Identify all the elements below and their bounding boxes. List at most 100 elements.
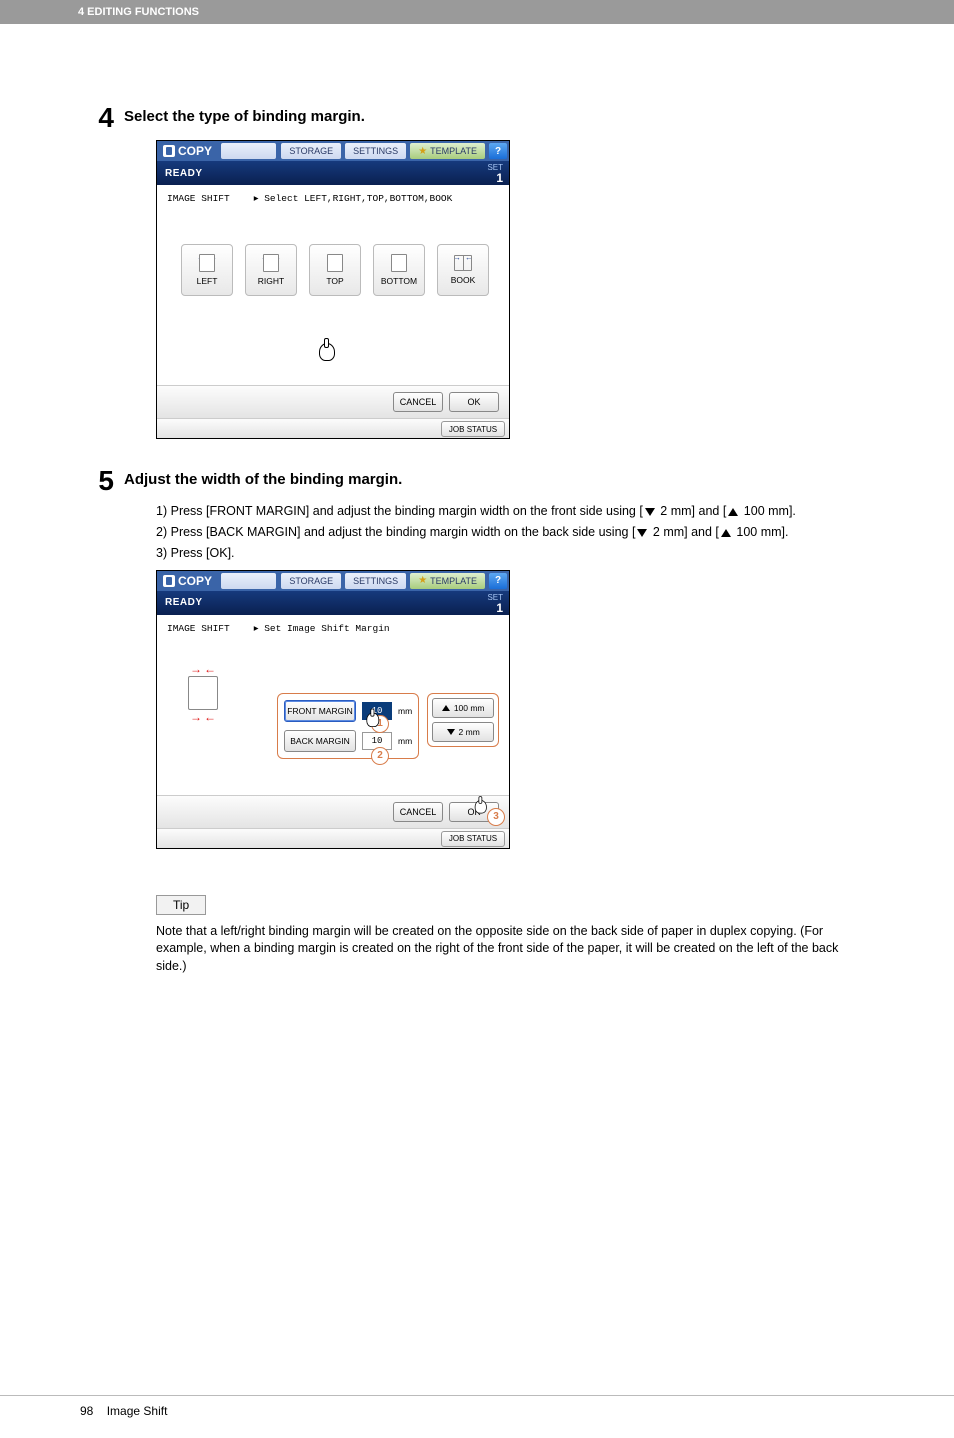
- step-5-item-1: 1) Press [FRONT MARGIN] and adjust the b…: [156, 503, 874, 520]
- ss2-button-row: CANCEL OK: [157, 795, 509, 828]
- annotation-2: 2: [371, 747, 389, 765]
- opt-bottom-button[interactable]: BOTTOM: [373, 244, 425, 296]
- increase-button[interactable]: 100 mm: [432, 698, 494, 718]
- back-margin-button[interactable]: BACK MARGIN: [284, 730, 356, 752]
- step-4-row: 4 Select the type of binding margin.: [80, 104, 874, 132]
- help-button[interactable]: ?: [489, 573, 507, 589]
- ss2-instruction: ▸ Set Image Shift Margin: [254, 623, 390, 634]
- page-footer: 98 Image Shift: [0, 1395, 954, 1438]
- cursor-icon: [315, 339, 337, 363]
- storage-tab[interactable]: STORAGE: [281, 143, 341, 159]
- step-5-row: 5 Adjust the width of the binding margin…: [80, 467, 874, 495]
- template-tab[interactable]: ★TEMPLATE: [410, 573, 485, 589]
- storage-tab[interactable]: STORAGE: [281, 573, 341, 589]
- front-margin-row: FRONT MARGIN 10 mm: [284, 700, 412, 722]
- ss2-jobbar: JOB STATUS: [157, 828, 509, 848]
- tip-text: Note that a left/right binding margin wi…: [156, 923, 856, 976]
- ss2-spacer: [221, 573, 276, 589]
- ss1-ready: READY: [165, 168, 203, 179]
- step-5-title: Adjust the width of the binding margin.: [124, 471, 402, 488]
- front-margin-button[interactable]: FRONT MARGIN: [284, 700, 356, 722]
- settings-tab[interactable]: SETTINGS: [345, 573, 406, 589]
- ss2-status-bar: READY SET 1: [157, 591, 509, 615]
- screenshot-1: COPY STORAGE SETTINGS ★TEMPLATE ? READY …: [156, 140, 510, 439]
- copy-icon: [163, 145, 175, 157]
- ss1-instruction: ▸ Select LEFT,RIGHT,TOP,BOTTOM,BOOK: [254, 193, 453, 204]
- opt-book-button[interactable]: →← BOOK: [437, 244, 489, 296]
- copy-icon: [163, 575, 175, 587]
- ss1-jobbar: JOB STATUS: [157, 418, 509, 438]
- ss1-button-row: CANCEL OK: [157, 385, 509, 418]
- header-breadcrumb: 4 EDITING FUNCTIONS: [78, 6, 199, 18]
- step-4-title: Select the type of binding margin.: [124, 108, 365, 125]
- ss1-spacer: [221, 143, 276, 159]
- step-5-item-2: 2) Press [BACK MARGIN] and adjust the bi…: [156, 524, 874, 541]
- unit-label: mm: [398, 706, 412, 716]
- arrows-icon: →←: [190, 710, 216, 724]
- cursor-icon: [469, 794, 491, 818]
- triangle-down-icon: [645, 508, 655, 516]
- triangle-down-icon: [447, 729, 455, 735]
- triangle-down-icon: [637, 529, 647, 537]
- step-5-list: 1) Press [FRONT MARGIN] and adjust the b…: [156, 503, 874, 562]
- ss1-copy-label: COPY: [178, 144, 212, 158]
- ss2-mode: COPY: [157, 571, 218, 591]
- help-button[interactable]: ?: [489, 143, 507, 159]
- opt-bottom-label: BOTTOM: [381, 276, 417, 286]
- footer-title: Image Shift: [107, 1404, 168, 1418]
- doc-icon: [263, 254, 279, 272]
- ss2-set-box: SET 1: [487, 594, 503, 614]
- ss1-topbar: COPY STORAGE SETTINGS ★TEMPLATE ?: [157, 141, 509, 161]
- ss1-mode: COPY: [157, 141, 218, 161]
- page-header-band: 4 EDITING FUNCTIONS: [0, 0, 954, 24]
- ss1-label-row: IMAGE SHIFT ▸ Select LEFT,RIGHT,TOP,BOTT…: [167, 193, 499, 204]
- ss2-set-count: 1: [487, 602, 503, 614]
- ss2-label-row: IMAGE SHIFT ▸ Set Image Shift Margin: [167, 623, 499, 634]
- step-4-body: COPY STORAGE SETTINGS ★TEMPLATE ? READY …: [130, 140, 874, 439]
- margin-buttons-group: FRONT MARGIN 10 mm BACK MARGIN 10 mm: [277, 693, 419, 759]
- doc-icon: [188, 676, 218, 710]
- job-status-button[interactable]: JOB STATUS: [441, 421, 505, 437]
- ss2-copy-label: COPY: [178, 574, 212, 588]
- step-5-item-3: 3) Press [OK].: [156, 545, 874, 562]
- ss2-ready: READY: [165, 597, 203, 608]
- book-icon: [454, 255, 472, 271]
- ss1-screen-label: IMAGE SHIFT: [167, 193, 230, 204]
- arrows-icon: →←: [190, 662, 216, 676]
- back-margin-row: BACK MARGIN 10 mm: [284, 730, 412, 752]
- doc-icon: [199, 254, 215, 272]
- ss1-set-count: 1: [487, 172, 503, 184]
- step-4-number: 4: [80, 104, 114, 132]
- star-icon: ★: [418, 146, 427, 157]
- page-number: 98: [80, 1404, 93, 1418]
- job-status-button[interactable]: JOB STATUS: [441, 831, 505, 847]
- ss2-topbar: COPY STORAGE SETTINGS ★TEMPLATE ?: [157, 571, 509, 591]
- opt-right-button[interactable]: →← RIGHT: [245, 244, 297, 296]
- ss1-status-bar: READY SET 1: [157, 161, 509, 185]
- triangle-up-icon: [442, 705, 450, 711]
- template-tab[interactable]: ★TEMPLATE: [410, 143, 485, 159]
- ss1-options: →← LEFT →← RIGHT TOP B: [181, 244, 499, 296]
- doc-icon: [327, 254, 343, 272]
- settings-tab[interactable]: SETTINGS: [345, 143, 406, 159]
- opt-left-button[interactable]: →← LEFT: [181, 244, 233, 296]
- ss1-body: IMAGE SHIFT ▸ Select LEFT,RIGHT,TOP,BOTT…: [157, 185, 509, 385]
- stepper-group: 100 mm 2 mm: [427, 693, 499, 747]
- opt-book-label: BOOK: [451, 275, 476, 285]
- triangle-up-icon: [721, 529, 731, 537]
- screenshot-2: COPY STORAGE SETTINGS ★TEMPLATE ? READY …: [156, 570, 510, 849]
- cancel-button[interactable]: CANCEL: [393, 802, 443, 822]
- ss1-set-box: SET 1: [487, 164, 503, 184]
- page-content: 4 Select the type of binding margin. COP…: [0, 24, 954, 975]
- ss2-preview: →← →←: [173, 662, 233, 724]
- doc-icon: [391, 254, 407, 272]
- triangle-up-icon: [728, 508, 738, 516]
- ss2-screen-label: IMAGE SHIFT: [167, 623, 230, 634]
- opt-top-button[interactable]: TOP: [309, 244, 361, 296]
- ok-button[interactable]: OK: [449, 392, 499, 412]
- step-5-number: 5: [80, 467, 114, 495]
- cancel-button[interactable]: CANCEL: [393, 392, 443, 412]
- star-icon: ★: [418, 575, 427, 586]
- decrease-button[interactable]: 2 mm: [432, 722, 494, 742]
- opt-right-label: RIGHT: [258, 276, 284, 286]
